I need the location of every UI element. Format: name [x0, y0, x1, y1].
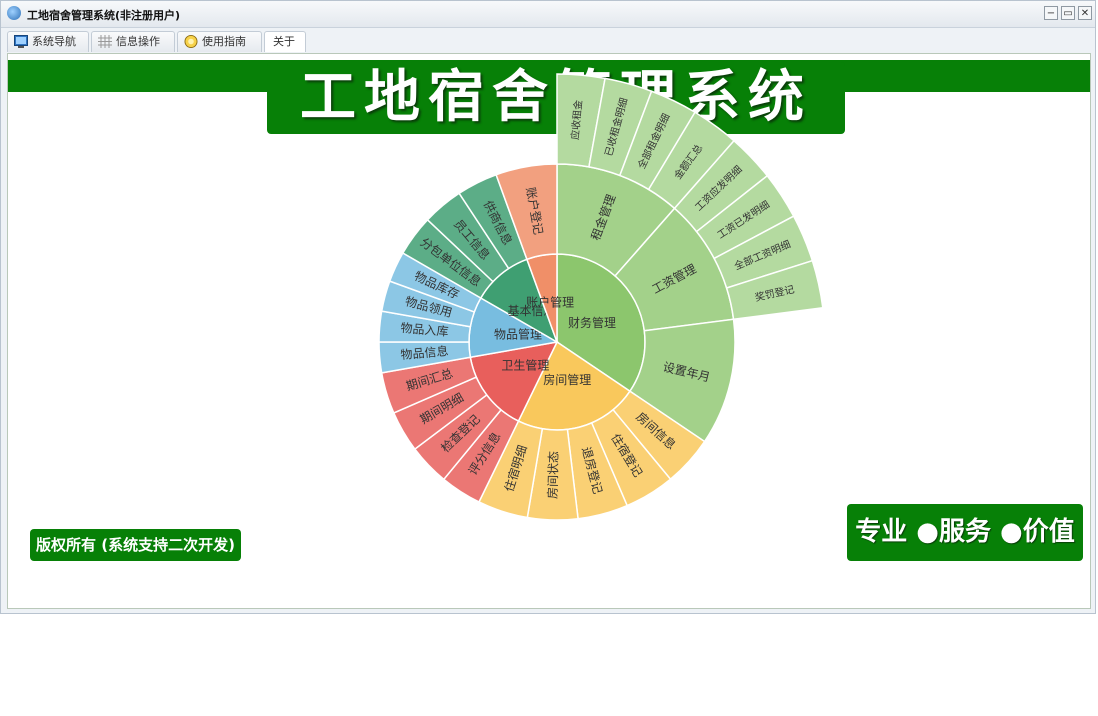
tab-system-navigation[interactable]: 系统导航	[7, 31, 89, 52]
tab-label: 信息操作	[116, 35, 160, 48]
slogan-badge: 专业 ●服务 ●价值	[847, 504, 1083, 561]
main-window: 工地宿舍管理系统(非注册用户) − ▭ ✕ 系统导航 信息操作 使用指南 关于 …	[0, 0, 1096, 614]
tab-label: 关于	[273, 35, 295, 48]
menu-group-label: 账户管理	[526, 295, 574, 310]
menu-group-label: 房间管理	[543, 372, 591, 387]
grid-icon	[98, 35, 112, 48]
navigation-icon	[14, 35, 28, 48]
restore-button[interactable]: ▭	[1061, 6, 1075, 20]
main-content-panel: 工地宿舍管理系统 财务管理 租金管理 应收租金 已收租金明细 全部租金明细 金额汇总 工资管…	[7, 53, 1091, 609]
tab-user-guide[interactable]: 使用指南	[177, 31, 262, 52]
tab-label: 系统导航	[32, 35, 76, 48]
menu-group-label: 卫生管理	[501, 357, 549, 372]
guide-icon	[184, 35, 198, 48]
tab-info-operation[interactable]: 信息操作	[91, 31, 175, 52]
close-button[interactable]: ✕	[1078, 6, 1092, 20]
tab-label: 使用指南	[202, 35, 246, 48]
title-bar: 工地宿舍管理系统(非注册用户) − ▭ ✕	[1, 1, 1095, 28]
tab-about[interactable]: 关于	[264, 31, 306, 52]
window-title: 工地宿舍管理系统(非注册用户)	[27, 9, 181, 22]
menu-item-label: 房间状态	[545, 451, 561, 499]
app-logo-icon	[7, 6, 21, 20]
menu-group-label: 财务管理	[568, 315, 616, 330]
minimize-button[interactable]: −	[1044, 6, 1058, 20]
copyright-badge: 版权所有 (系统支持二次开发)	[30, 529, 241, 561]
